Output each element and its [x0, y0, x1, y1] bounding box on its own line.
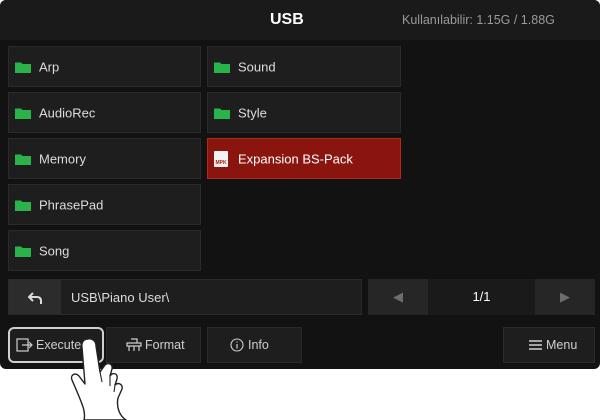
execute-icon — [16, 338, 33, 352]
folder-icon — [214, 62, 230, 73]
mpk-file-icon: MPK — [214, 150, 228, 167]
folder-memory[interactable]: Memory — [8, 138, 201, 179]
menu-label: Menu — [546, 338, 578, 352]
folder-sound[interactable]: Sound — [207, 46, 401, 87]
folder-icon — [15, 62, 31, 73]
file-expansion-bs-pack[interactable]: MPK Expansion BS-Pack — [207, 138, 401, 179]
file-label: Expansion BS-Pack — [238, 151, 353, 166]
folder-label: PhrasePad — [39, 197, 104, 212]
prev-page-button[interactable]: ◀ — [368, 279, 428, 315]
folder-label: Sound — [238, 59, 276, 74]
folder-icon — [214, 108, 230, 119]
menu-button[interactable]: Menu — [503, 327, 595, 363]
folder-icon — [15, 108, 31, 119]
folder-label: Song — [39, 243, 70, 258]
folder-icon — [15, 200, 31, 211]
folder-song[interactable]: Song — [8, 230, 201, 271]
next-page-button[interactable]: ▶ — [535, 279, 595, 315]
folder-label: AudioRec — [39, 105, 96, 120]
page-indicator: 1/1 — [428, 279, 535, 315]
pointing-hand-icon — [70, 338, 127, 420]
right-arrow-icon: ▶ — [560, 289, 570, 304]
storage-info: Kullanılabilir: 1.15G / 1.88G — [402, 13, 555, 27]
pager: ◀ 1/1 ▶ — [368, 279, 595, 315]
usb-file-browser-screen: USB Kullanılabilir: 1.15G / 1.88G Arp Au… — [0, 0, 600, 369]
path-bar: USB\Piano User\ — [8, 279, 362, 315]
info-button[interactable]: Info — [207, 327, 302, 363]
folder-icon — [15, 246, 31, 257]
back-button[interactable] — [9, 280, 61, 314]
folder-label: Arp — [39, 59, 60, 74]
current-path: USB\Piano User\ — [71, 290, 170, 305]
folder-audiorec[interactable]: AudioRec — [8, 92, 201, 133]
folder-arp[interactable]: Arp — [8, 46, 201, 87]
left-arrow-icon: ◀ — [393, 289, 403, 304]
folder-icon — [15, 154, 31, 165]
folder-style[interactable]: Style — [207, 92, 401, 133]
back-arrow-icon — [27, 292, 42, 305]
folder-phrasepad[interactable]: PhrasePad — [8, 184, 201, 225]
title-bar: USB Kullanılabilir: 1.15G / 1.88G — [0, 0, 600, 40]
info-icon — [230, 338, 244, 352]
page-title: USB — [270, 11, 304, 28]
folder-label: Style — [238, 105, 267, 120]
info-label: Info — [248, 338, 269, 352]
folder-label: Memory — [39, 151, 86, 166]
hamburger-menu-icon — [529, 340, 542, 350]
